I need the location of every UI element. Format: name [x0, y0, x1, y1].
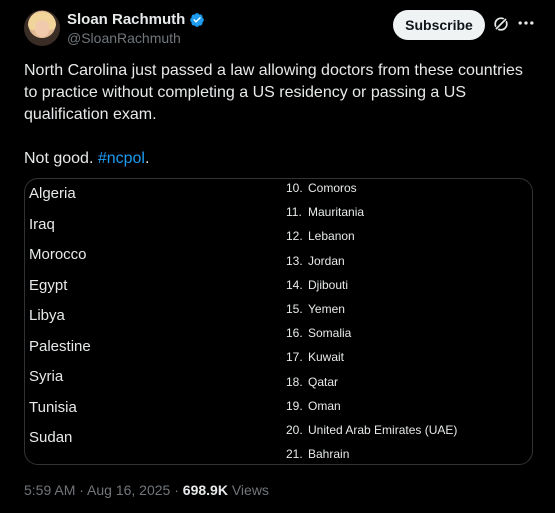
country-number: 10. [286, 181, 303, 195]
country-number: 15. [286, 302, 303, 316]
timestamp-link[interactable]: 5:59 AM · Aug 16, 2025 [24, 482, 170, 498]
author-name[interactable]: Sloan Rachmuth [67, 11, 185, 28]
country-item-left: Syria [29, 368, 64, 385]
tweet-text-suffix: . [144, 150, 150, 167]
country-item-right: 12. Lebanon [286, 229, 355, 243]
tweet-text-line: Not good. #ncpol. [24, 148, 534, 170]
country-item-right: 15. Yemen [286, 302, 345, 316]
country-name: Mauritania [308, 205, 365, 220]
avatar-face [35, 20, 49, 37]
country-item-left: Morocco [29, 246, 87, 263]
country-item-left: Iraq [29, 215, 55, 233]
avatar[interactable] [24, 10, 60, 46]
country-name: Djibouti [308, 277, 349, 292]
country-name: United Arab Emirates (UAE) [308, 423, 458, 437]
views-count: 698.9K [182, 482, 228, 498]
country-item-right: 10. Comoros [286, 181, 357, 195]
country-item-right: 14. Djibouti [286, 278, 348, 292]
country-item-left: Algeria [29, 185, 76, 202]
country-item-right: 17. Kuwait [286, 350, 344, 364]
country-number: 20. [286, 423, 303, 437]
views-label: Views [227, 482, 269, 498]
tweet-text-prefix: Not good. [24, 150, 98, 167]
grok-icon[interactable] [491, 14, 511, 34]
country-number: 11. [286, 205, 302, 220]
country-number: 12. [286, 229, 303, 244]
country-item-right: 21. Bahrain [286, 447, 349, 461]
meta-separator: · [170, 482, 183, 498]
country-name: Somalia [308, 326, 352, 341]
tweet-text-line: North Carolina just passed a law allowin… [24, 62, 523, 79]
tweet: Sloan Rachmuth @SloanRachmuth Subscribe … [0, 0, 555, 513]
country-item-left: Libya [29, 307, 65, 324]
country-number: 19. [286, 398, 303, 413]
country-name: Oman [308, 398, 341, 413]
country-item-right: 16. Somalia [286, 326, 351, 340]
country-name: Jordan [308, 253, 345, 268]
country-item-left: Sudan [29, 429, 73, 446]
country-item-right: 19. Oman [286, 399, 341, 413]
country-item-left: Palestine [29, 337, 91, 355]
country-number: 14. [286, 277, 303, 292]
country-item-right: 11. Mauritania [286, 205, 364, 219]
country-number: 13. [286, 253, 303, 268]
country-number: 17. [286, 350, 303, 365]
country-name: Bahrain [308, 447, 350, 462]
author-handle[interactable]: @SloanRachmuth [67, 30, 181, 46]
tweet-text-line: qualification exam. [24, 106, 157, 123]
country-number: 21. [286, 447, 303, 462]
country-item-right: 20. United Arab Emirates (UAE) [286, 423, 457, 437]
country-item-right: 18. Qatar [286, 375, 338, 389]
country-name: Yemen [308, 302, 345, 316]
country-item-left: Egypt [29, 276, 68, 294]
country-name: Lebanon [308, 229, 355, 244]
author-name-row: Sloan Rachmuth [67, 11, 205, 28]
tweet-text-line: to practice without completing a US resi… [24, 84, 466, 101]
tweet-meta: 5:59 AM · Aug 16, 2025 · 698.9K Views [24, 482, 269, 498]
subscribe-button[interactable]: Subscribe [393, 10, 485, 40]
country-name: Kuwait [308, 350, 345, 365]
country-number: 16. [286, 326, 303, 341]
verified-badge-icon [190, 12, 205, 27]
country-item-left: Tunisia [29, 398, 77, 416]
country-name: Qatar [308, 374, 339, 389]
country-number: 18. [286, 374, 303, 389]
more-options-icon[interactable] [516, 13, 536, 33]
hashtag-link[interactable]: #ncpol [98, 150, 145, 167]
country-item-right: 13. Jordan [286, 254, 345, 268]
tweet-image[interactable]: Algeria Iraq Morocco Egypt Libya Palestine Syr… [24, 178, 533, 465]
country-name: Comoros [308, 181, 357, 195]
tweet-text: North Carolina just passed a law allowin… [24, 60, 534, 170]
